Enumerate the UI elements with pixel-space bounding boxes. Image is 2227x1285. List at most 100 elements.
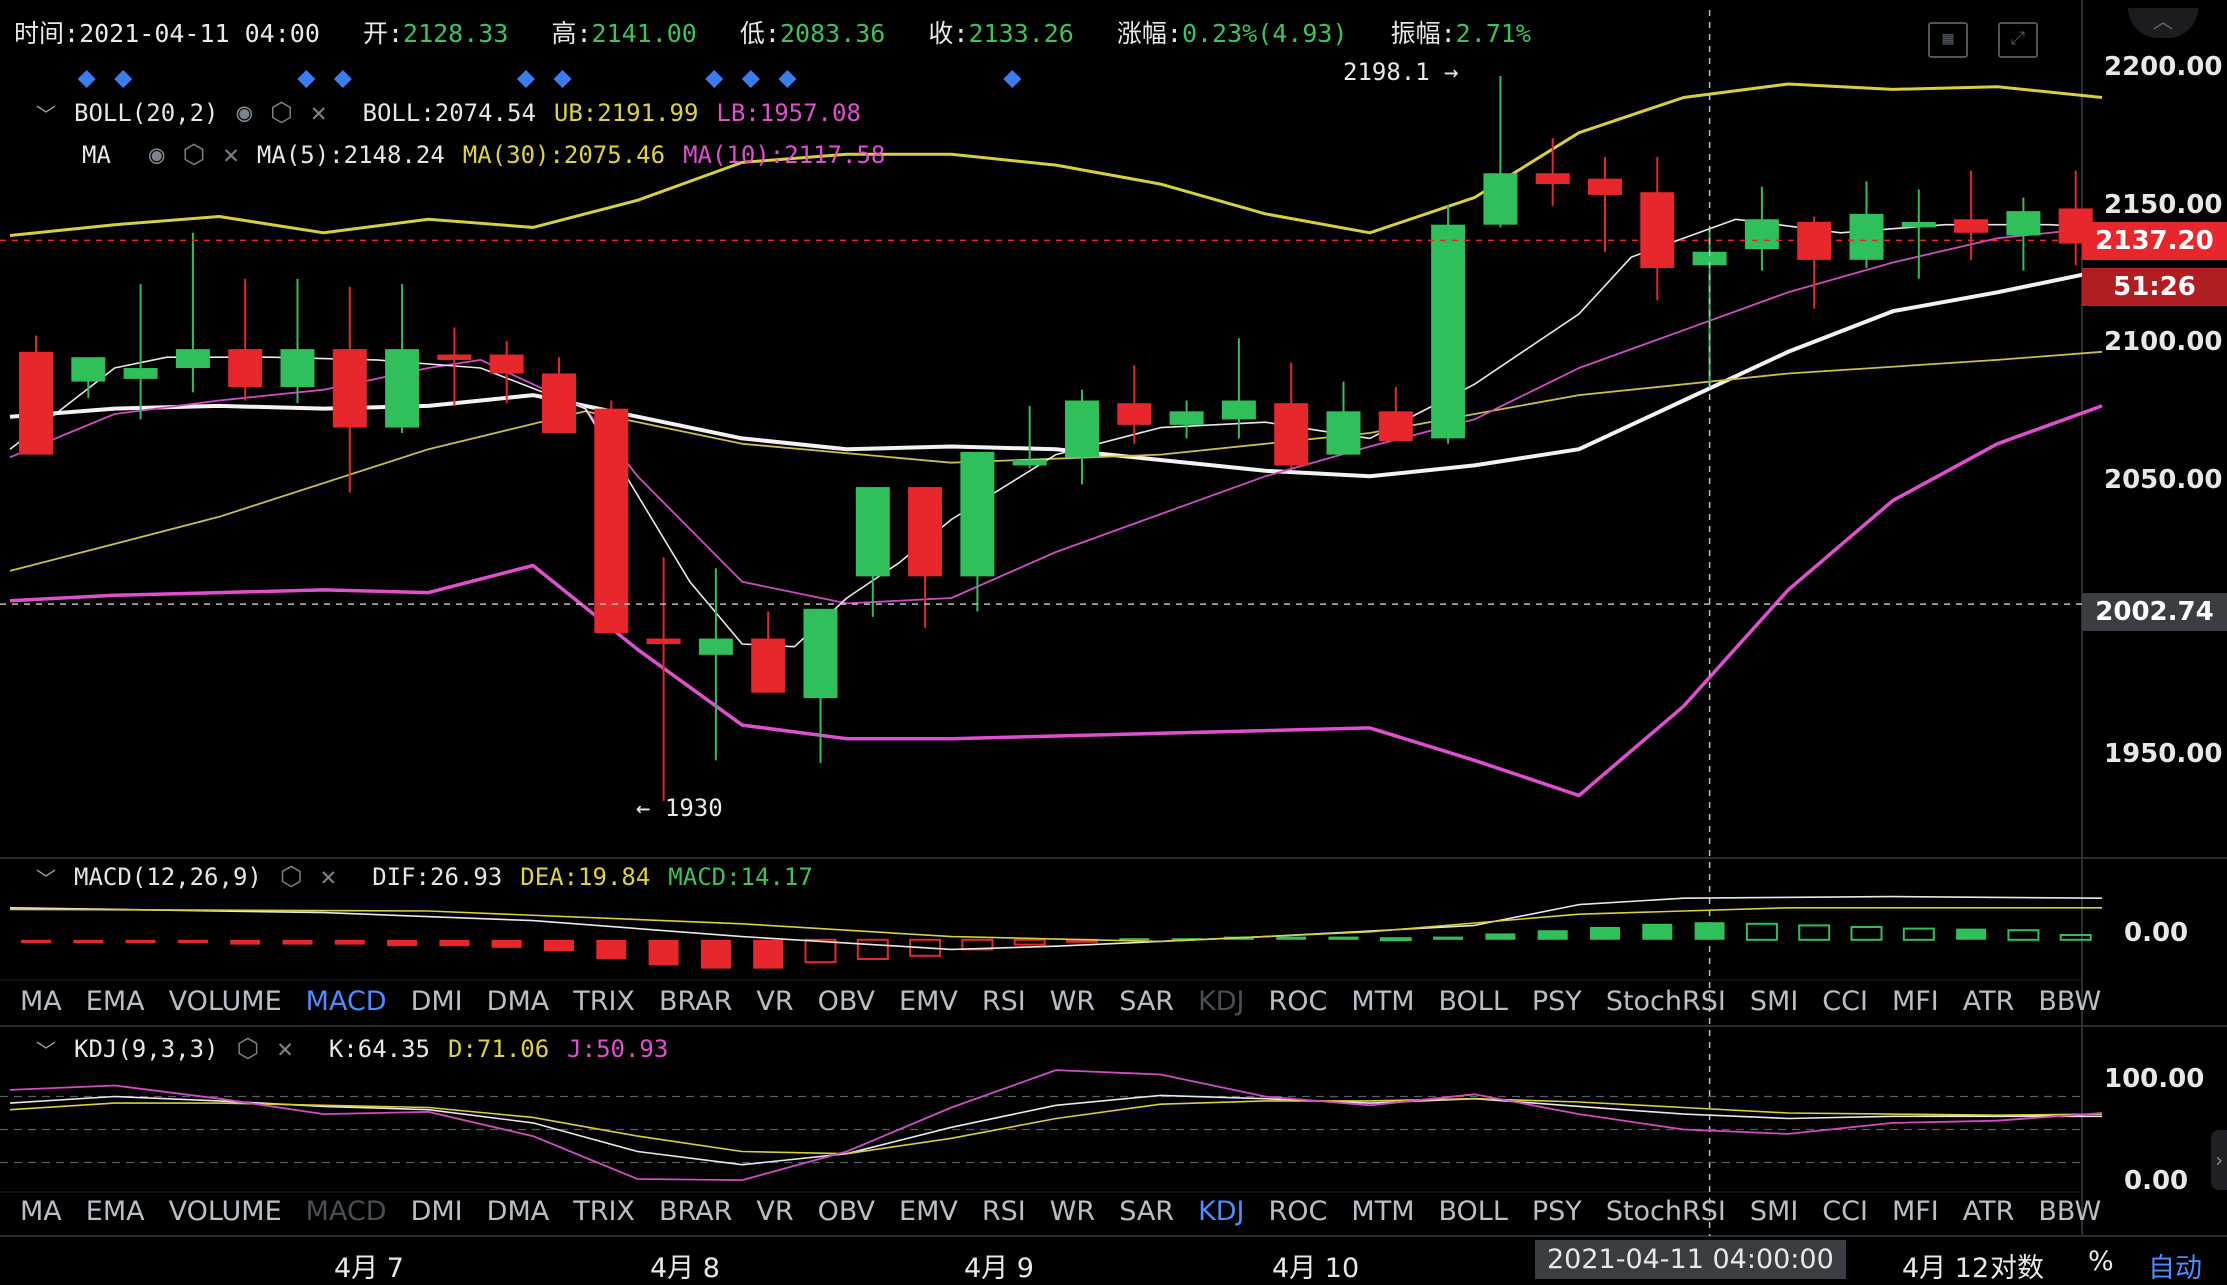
settings-icon[interactable]: ⬡ <box>280 862 303 892</box>
tab-roc[interactable]: ROC <box>1269 1196 1328 1227</box>
tab-trix[interactable]: TRIX <box>573 986 635 1017</box>
tab-brar[interactable]: BRAR <box>659 986 732 1017</box>
candle-body <box>698 638 733 655</box>
tab-vr[interactable]: VR <box>756 1196 793 1227</box>
percent-scale-toggle[interactable]: % <box>2088 1246 2114 1277</box>
tab-psy[interactable]: PSY <box>1532 1196 1582 1227</box>
tab-rsi[interactable]: RSI <box>982 1196 1026 1227</box>
chevron-down-icon[interactable]: ﹀ <box>36 99 56 128</box>
tab-ema[interactable]: EMA <box>86 1196 145 1227</box>
eye-icon[interactable]: ◉ <box>149 140 165 170</box>
candle-body <box>489 354 524 374</box>
tab-kdj[interactable]: KDJ <box>1198 986 1244 1017</box>
close-icon[interactable]: ✕ <box>311 98 327 128</box>
kdj-j-line <box>9 1069 2103 1181</box>
tab-sar[interactable]: SAR <box>1119 986 1174 1017</box>
event-marker <box>516 70 535 88</box>
tab-sar[interactable]: SAR <box>1119 1196 1174 1227</box>
tab-ma[interactable]: MA <box>20 986 62 1017</box>
tab-bbw[interactable]: BBW <box>2038 1196 2101 1227</box>
macd-histogram-bar <box>491 939 522 948</box>
candle-body <box>751 638 786 693</box>
tab-dmi[interactable]: DMI <box>411 986 463 1017</box>
auto-scale-toggle[interactable]: 自动 <box>2148 1246 2202 1285</box>
macd-histogram-bar <box>1013 938 1046 946</box>
tab-atr[interactable]: ATR <box>1963 1196 2015 1227</box>
tab-smi[interactable]: SMI <box>1750 986 1798 1017</box>
tab-wr[interactable]: WR <box>1050 1196 1095 1227</box>
macd-histogram-bar <box>1850 926 1883 941</box>
chevron-down-icon[interactable]: ﹀ <box>36 1035 56 1064</box>
tab-emv[interactable]: EMV <box>899 1196 958 1227</box>
ma30-line <box>9 350 2103 572</box>
tab-mtm[interactable]: MTM <box>1351 1196 1414 1227</box>
chart-canvas[interactable] <box>0 0 2227 1280</box>
candle-body <box>803 608 838 699</box>
tab-mfi[interactable]: MFI <box>1892 1196 1939 1227</box>
chevron-right-icon[interactable]: › <box>2211 1130 2227 1190</box>
tab-volume[interactable]: VOLUME <box>169 1196 282 1227</box>
close-icon[interactable]: ✕ <box>321 862 337 892</box>
candle-body <box>1901 221 1936 228</box>
tab-smi[interactable]: SMI <box>1750 1196 1798 1227</box>
tab-ema[interactable]: EMA <box>86 986 145 1017</box>
tab-cci[interactable]: CCI <box>1822 1196 1868 1227</box>
settings-icon[interactable]: ⬡ <box>237 1034 260 1064</box>
tab-boll[interactable]: BOLL <box>1439 1196 1508 1227</box>
tab-emv[interactable]: EMV <box>899 986 958 1017</box>
last-price-tag: 2137.20 <box>2082 222 2227 260</box>
tab-stochrsi[interactable]: StochRSI <box>1606 1196 1726 1227</box>
tab-wr[interactable]: WR <box>1050 986 1095 1017</box>
change-label: 涨幅: <box>1116 19 1182 48</box>
tab-ma[interactable]: MA <box>20 1196 62 1227</box>
candle-body <box>855 487 890 577</box>
log-scale-toggle[interactable]: 对数 <box>1990 1246 2044 1285</box>
tab-vr[interactable]: VR <box>756 986 793 1017</box>
tab-kdj[interactable]: KDJ <box>1198 1196 1244 1227</box>
chevron-down-icon[interactable]: ﹀ <box>36 863 56 892</box>
tab-brar[interactable]: BRAR <box>659 1196 732 1227</box>
candle-body <box>437 354 472 360</box>
boll-lb-value: LB:1957.08 <box>716 99 861 127</box>
tab-boll[interactable]: BOLL <box>1439 986 1508 1017</box>
kdj-axis-label: 0.00 <box>2124 1166 2189 1196</box>
tab-rsi[interactable]: RSI <box>982 986 1026 1017</box>
tab-trix[interactable]: TRIX <box>573 1196 635 1227</box>
macd-histogram-bar <box>700 939 731 969</box>
calendar-icon[interactable]: ▦ <box>1928 22 1968 58</box>
tab-cci[interactable]: CCI <box>1822 986 1868 1017</box>
settings-icon[interactable]: ⬡ <box>183 140 206 170</box>
tab-dma[interactable]: DMA <box>487 986 550 1017</box>
tab-macd[interactable]: MACD <box>306 1196 387 1227</box>
tab-mfi[interactable]: MFI <box>1892 986 1939 1017</box>
macd-histogram-bar <box>177 939 208 943</box>
settings-icon[interactable]: ⬡ <box>270 98 293 128</box>
candle-body <box>594 408 629 634</box>
close-icon[interactable]: ✕ <box>277 1034 293 1064</box>
tab-obv[interactable]: OBV <box>818 1196 875 1227</box>
tab-roc[interactable]: ROC <box>1269 986 1328 1017</box>
tab-volume[interactable]: VOLUME <box>169 986 282 1017</box>
tab-dmi[interactable]: DMI <box>411 1196 463 1227</box>
macd-histogram-bar <box>1745 922 1778 941</box>
low-annotation: ← 1930 <box>636 794 723 822</box>
candle-body <box>1849 213 1884 260</box>
kdj-name: KDJ(9,3,3) <box>74 1035 219 1063</box>
tab-atr[interactable]: ATR <box>1963 986 2015 1017</box>
tab-mtm[interactable]: MTM <box>1351 986 1414 1017</box>
kdj-j-value: J:50.93 <box>567 1035 669 1063</box>
macd-legend: ﹀ MACD(12,26,9) ⬡ ✕ DIF:26.93 DEA:19.84 … <box>36 862 813 892</box>
tab-psy[interactable]: PSY <box>1532 986 1582 1017</box>
macd-dif-value: DIF:26.93 <box>372 863 503 891</box>
tab-stochrsi[interactable]: StochRSI <box>1606 986 1726 1017</box>
candle-body <box>228 349 263 387</box>
kdj-d-value: D:71.06 <box>448 1035 550 1063</box>
tab-dma[interactable]: DMA <box>487 1196 550 1227</box>
fullscreen-icon[interactable]: ⤢ <box>1998 22 2038 58</box>
eye-icon[interactable]: ◉ <box>237 98 253 128</box>
close-icon[interactable]: ✕ <box>223 140 239 170</box>
tab-obv[interactable]: OBV <box>818 986 875 1017</box>
tab-bbw[interactable]: BBW <box>2038 986 2101 1017</box>
kdj-axis-label: 100.00 <box>2104 1064 2205 1094</box>
tab-macd[interactable]: MACD <box>306 986 387 1017</box>
